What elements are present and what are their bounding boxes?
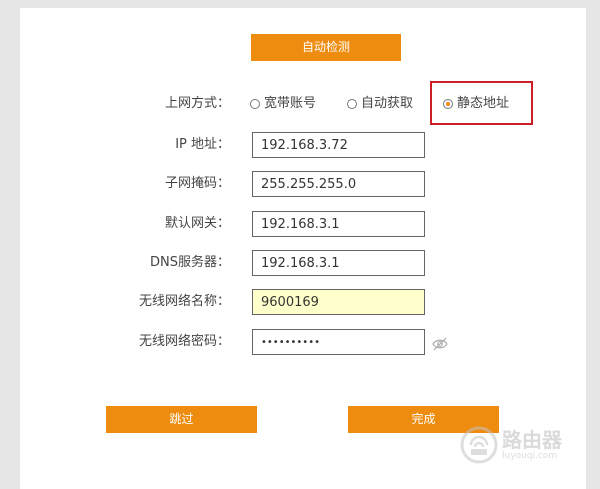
dns-label: DNS服务器： [150, 255, 230, 270]
ip-address-label: IP 地址： [175, 137, 230, 152]
setup-panel: 自动检测 上网方式： 宽带账号 自动获取 静态地址 IP 地址： 192.168… [20, 8, 586, 489]
ip-address-input[interactable]: 192.168.3.72 [252, 132, 425, 158]
subnet-mask-input[interactable]: 255.255.255.0 [252, 171, 425, 197]
watermark: 路由器 luyouqi.com [460, 426, 562, 464]
radio-dhcp-label: 自动获取 [361, 96, 414, 111]
subnet-mask-label: 子网掩码： [164, 176, 230, 191]
gateway-input[interactable]: 192.168.3.1 [252, 211, 425, 237]
radio-broadband-label: 宽带账号 [264, 96, 317, 111]
eye-slash-icon[interactable] [431, 335, 449, 353]
wifi-password-label: 无线网络密码： [138, 334, 230, 349]
watermark-name: 路由器 [502, 428, 562, 452]
static-option-highlight [430, 81, 533, 125]
wifi-password-input[interactable]: •••••••••• [252, 329, 425, 355]
auto-detect-button[interactable]: 自动检测 [251, 34, 401, 61]
gateway-label: 默认网关： [164, 216, 230, 231]
radio-dhcp[interactable]: 自动获取 [347, 91, 413, 117]
radio-broadband[interactable]: 宽带账号 [250, 91, 316, 117]
dns-input[interactable]: 192.168.3.1 [252, 250, 425, 276]
connection-type-label: 上网方式： [164, 96, 230, 111]
radio-dhcp-circle[interactable] [347, 99, 357, 109]
watermark-url: luyouqi.com [502, 451, 558, 461]
wifi-name-label: 无线网络名称： [138, 294, 230, 309]
router-logo-icon [460, 426, 498, 464]
wifi-name-input[interactable]: 9600169 [252, 289, 425, 315]
skip-button[interactable]: 跳过 [106, 406, 257, 433]
radio-broadband-circle[interactable] [250, 99, 260, 109]
